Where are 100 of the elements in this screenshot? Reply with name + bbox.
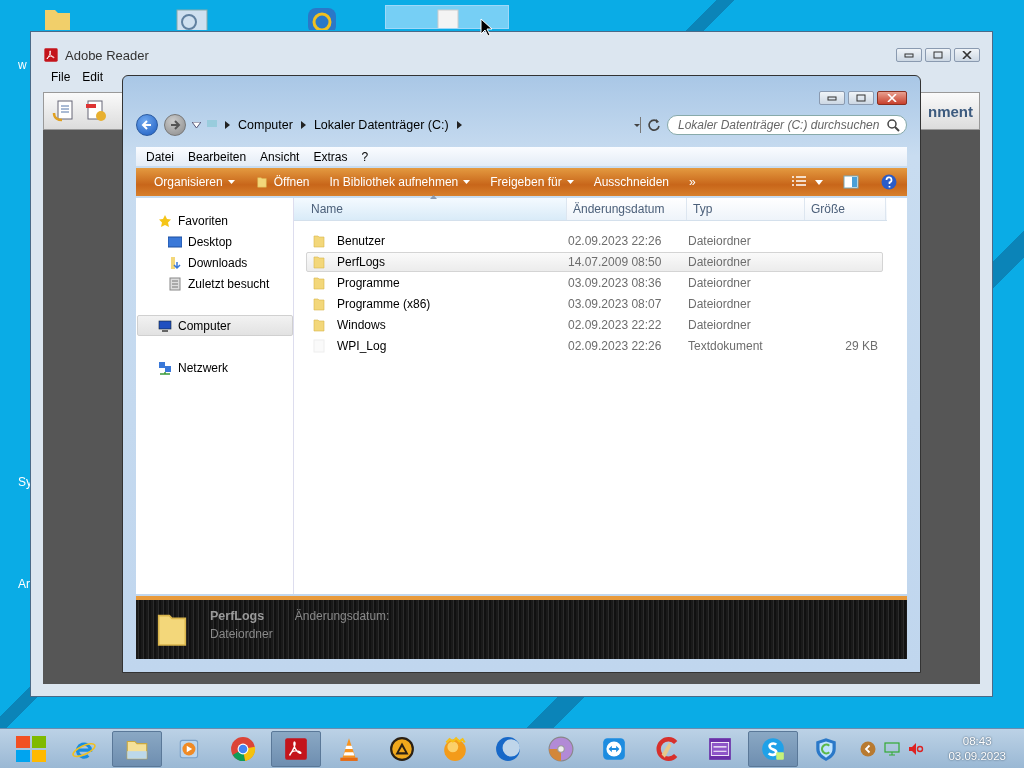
- minimize-icon: [827, 95, 837, 101]
- menu-item[interactable]: Datei: [139, 149, 181, 164]
- breadcrumb-item[interactable]: Lokaler Datenträger (C:): [311, 118, 451, 132]
- type-cell-text: Dateiordner: [688, 318, 752, 332]
- nav-item[interactable]: Computer: [137, 315, 293, 336]
- column-header[interactable]: Größe: [805, 198, 886, 220]
- caret-icon: [227, 180, 235, 184]
- file-row[interactable]: Benutzer 02.09.2023 22:26 Dateiordner: [306, 231, 883, 251]
- minimize-button[interactable]: [896, 48, 922, 62]
- document-arrow-icon[interactable]: [52, 99, 76, 123]
- maximize-icon: [856, 94, 866, 102]
- date-cell-text: 03.09.2023 08:36: [568, 276, 663, 290]
- file-name: PerfLogs: [337, 255, 386, 269]
- computer-icon: [207, 120, 219, 130]
- chevron-icon[interactable]: [456, 121, 462, 129]
- minimize-button[interactable]: [819, 91, 845, 105]
- size-cell-text: 29 KB: [844, 339, 879, 353]
- nav-item[interactable]: Desktop: [137, 231, 293, 252]
- disc-icon: [548, 735, 574, 762]
- column-header[interactable]: Änderungsdatum: [567, 198, 687, 220]
- folder-icon: [313, 255, 325, 269]
- type-cell-text: Dateiordner: [688, 297, 752, 311]
- desktop-icon-label: w: [18, 58, 27, 72]
- help-icon[interactable]: [881, 174, 897, 190]
- list-view-icon[interactable]: [791, 175, 807, 189]
- dropdown-icon[interactable]: [192, 122, 201, 128]
- document-gear-icon[interactable]: [84, 99, 108, 123]
- chevron-icon[interactable]: [300, 121, 306, 129]
- close-button[interactable]: [954, 48, 980, 62]
- details-name: PerfLogs: [210, 609, 266, 623]
- file-name: WPI_Log: [337, 339, 387, 353]
- taskbar-app-button[interactable]: [748, 730, 798, 767]
- file-name: Programme: [337, 276, 400, 290]
- desktop-icon-label: Ar: [18, 577, 30, 591]
- nav-item[interactable]: Favoriten: [137, 210, 293, 231]
- menu-item[interactable]: Bearbeiten: [181, 149, 254, 164]
- command-button[interactable]: In Bibliothek aufnehmen: [319, 175, 481, 189]
- nav-item[interactable]: Netzwerk: [137, 357, 293, 378]
- file-row[interactable]: Programme (x86) 03.09.2023 08:07 Dateiordner: [306, 294, 883, 314]
- network-icon: [158, 360, 172, 375]
- file-row[interactable]: WPI_Log 02.09.2023 22:26 Textdokument 29 KB: [306, 336, 883, 356]
- breadcrumb-item[interactable]: Computer: [236, 118, 295, 132]
- chevron-circle-icon[interactable]: [860, 740, 876, 757]
- search-field[interactable]: Lokaler Datenträger (C:) durchsuchen: [667, 115, 907, 135]
- shield-icon: [813, 735, 839, 762]
- date-cell-text: 14.07.2009 08:50: [568, 255, 663, 269]
- folder-icon: [313, 276, 325, 290]
- refresh-icon[interactable]: [647, 118, 661, 132]
- preview-pane-icon[interactable]: [843, 175, 859, 189]
- type-cell-text: Dateiordner: [688, 276, 752, 290]
- star-icon: [158, 213, 172, 228]
- dropdown-icon[interactable]: [633, 117, 641, 133]
- command-button[interactable]: Organisieren: [144, 175, 245, 189]
- file-name: Programme (x86): [337, 297, 431, 311]
- monitor-icon: [168, 235, 182, 248]
- minimize-icon: [904, 52, 914, 58]
- nav-item[interactable]: Downloads: [137, 252, 293, 273]
- search-icon: [887, 118, 900, 132]
- chevron-icon[interactable]: [225, 121, 230, 129]
- windows-logo-icon: [15, 734, 47, 763]
- comment-button[interactable]: nment: [928, 102, 979, 120]
- file-row[interactable]: PerfLogs 14.07.2009 08:50 Dateiordner: [306, 252, 883, 272]
- file-row[interactable]: Windows 02.09.2023 22:22 Dateiordner: [306, 315, 883, 335]
- remote-arrows-icon: [601, 735, 627, 762]
- command-button[interactable]: Öffnen: [244, 175, 320, 189]
- date-cell-text: 02.09.2023 22:26: [568, 234, 663, 248]
- menu-item[interactable]: Ansicht: [253, 149, 307, 164]
- caret-icon[interactable]: [815, 179, 823, 185]
- window-title: Adobe Reader: [65, 47, 149, 63]
- command-button[interactable]: Freigeben für: [480, 175, 584, 189]
- close-button[interactable]: [877, 91, 907, 105]
- menu-item[interactable]: Extras: [306, 149, 355, 164]
- command-button[interactable]: »: [679, 175, 706, 189]
- details-type: Dateiordner: [210, 627, 273, 641]
- menu-item[interactable]: ?: [354, 149, 376, 164]
- caret-icon: [566, 180, 574, 184]
- menu-item[interactable]: File: [51, 70, 71, 86]
- maximize-icon: [933, 51, 943, 59]
- chat-s-icon: [760, 735, 786, 762]
- back-button[interactable]: [136, 114, 158, 136]
- nav-item[interactable]: Zuletzt besucht: [137, 273, 293, 294]
- column-header[interactable]: Name: [294, 198, 567, 220]
- recent-places-icon: [168, 276, 182, 291]
- column-header[interactable]: Typ: [687, 198, 805, 220]
- menu-item[interactable]: Edit: [82, 70, 104, 86]
- pdf-icon: [283, 735, 309, 762]
- date-cell-text: 02.09.2023 22:22: [568, 318, 663, 332]
- right-arrow-icon: [169, 119, 181, 131]
- folder-icon: [313, 318, 325, 332]
- forward-button[interactable]: [164, 114, 186, 136]
- file-row[interactable]: Programme 03.09.2023 08:36 Dateiordner: [306, 273, 883, 293]
- crescent-icon: [495, 735, 521, 762]
- command-button[interactable]: Ausschneiden: [583, 175, 680, 189]
- speaker-muted-icon[interactable]: [908, 741, 924, 756]
- sort-arrow-icon: [430, 195, 437, 199]
- mouse-cursor-icon: [480, 18, 492, 38]
- date-cell-text: 02.09.2023 22:26: [568, 339, 663, 353]
- broom-c-icon: [654, 735, 680, 762]
- date-cell-text: 03.09.2023 08:07: [568, 297, 663, 311]
- pdf-icon: [43, 47, 59, 63]
